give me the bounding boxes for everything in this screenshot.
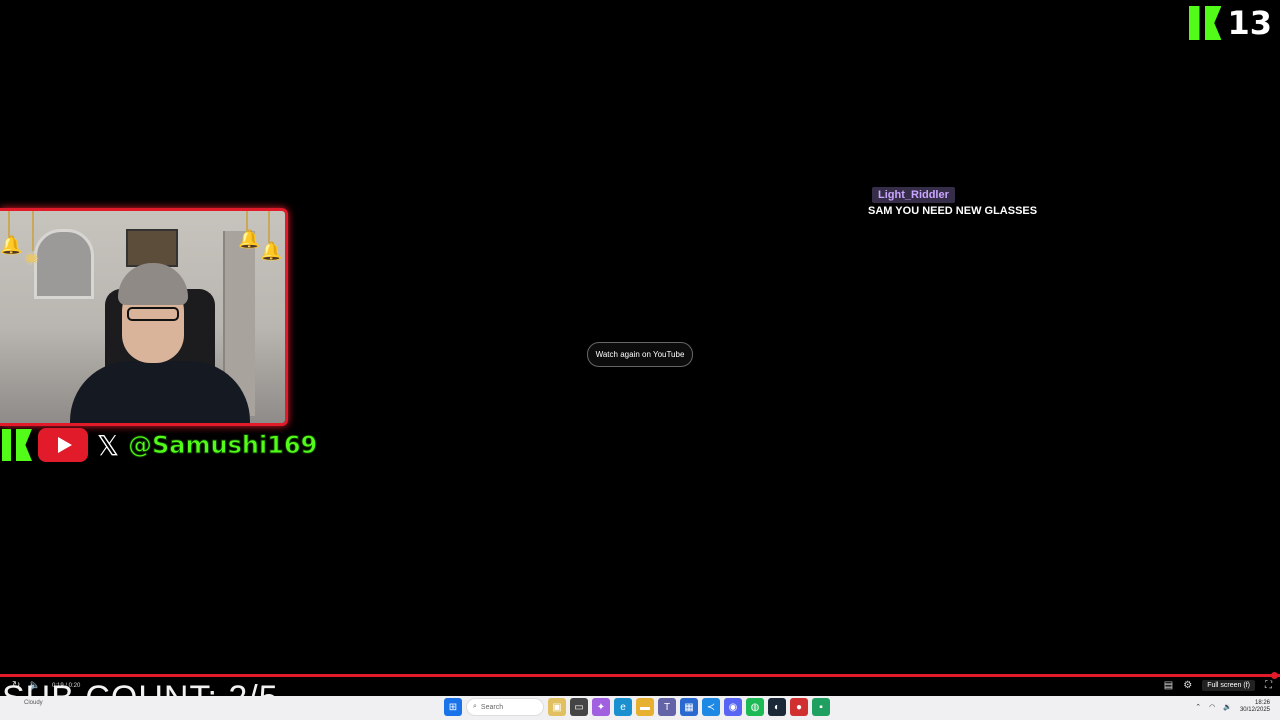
webcam-picture-frame — [126, 229, 178, 267]
progress-scrubber[interactable] — [1271, 672, 1278, 679]
kick-badge: 13 — [1189, 6, 1272, 40]
vscode-icon[interactable]: ≺ — [702, 698, 720, 716]
social-handle: @Samushi169 — [127, 431, 318, 460]
webcam-streamer-body — [70, 361, 250, 423]
steam-icon[interactable]: ◐ — [768, 698, 786, 716]
chat-message: Light_Riddler SAM YOU NEED NEW GLASSES — [868, 185, 1037, 217]
star-ornament-icon: ✺ — [24, 249, 40, 269]
spotify-icon[interactable]: ◍ — [746, 698, 764, 716]
webcam-feed: 🔔 ✺ 🔔 🔔 — [0, 208, 288, 426]
bell-ornament-icon: 🔔 — [238, 229, 261, 249]
fullscreen-icon[interactable]: ⛶ — [1265, 680, 1272, 691]
search-icon: ⌕ — [473, 703, 477, 710]
volume-tray-icon[interactable]: 🔉 — [1223, 703, 1232, 711]
video-progress-bar[interactable] — [0, 674, 1280, 677]
system-tray: ⌃ ◠ 🔉 18:26 30/12/2025 — [1195, 700, 1270, 714]
discord-icon[interactable]: ◉ — [724, 698, 742, 716]
social-bar: 𝕏 @Samushi169 — [2, 428, 318, 462]
taskbar-center: ⊞ ⌕ Search ▣ ▭ ✦ e ▬ T ▦ ≺ ◉ ◍ ◐ ● ▪ — [444, 698, 830, 716]
player-controls-right: ▤ ⚙ Full screen (f) ⛶ — [1164, 680, 1272, 691]
x-icon: 𝕏 — [96, 428, 120, 462]
task-view-icon[interactable]: ▭ — [570, 698, 588, 716]
app-icon[interactable]: ● — [790, 698, 808, 716]
kick-count: 13 — [1227, 4, 1272, 42]
store-icon[interactable]: ▦ — [680, 698, 698, 716]
tray-chevron-icon[interactable]: ⌃ — [1195, 703, 1201, 711]
clock-date: 30/12/2025 — [1239, 707, 1270, 713]
clock[interactable]: 18:26 30/12/2025 — [1240, 700, 1270, 714]
search-placeholder: Search — [480, 703, 504, 711]
fullscreen-tooltip: Full screen (f) — [1202, 680, 1255, 691]
youtube-icon — [38, 428, 88, 462]
bell-ornament-icon: 🔔 — [260, 241, 283, 261]
weather-label: Cloudy — [24, 700, 43, 706]
teams-icon[interactable]: T — [658, 698, 676, 716]
watch-again-button[interactable]: Watch again on YouTube — [587, 342, 693, 367]
wifi-icon[interactable]: ◠ — [1209, 703, 1215, 711]
file-explorer-icon[interactable]: ▣ — [548, 698, 566, 716]
kick-logo-icon — [1189, 6, 1222, 40]
edge-icon[interactable]: e — [614, 698, 632, 716]
kick-icon — [2, 429, 32, 461]
chat-username: Light_Riddler — [872, 187, 955, 203]
weather-widget[interactable]: Cloudy — [24, 700, 43, 707]
webcam-window — [34, 229, 94, 299]
ornament-string — [268, 211, 270, 243]
ornament-string — [32, 211, 34, 251]
windows-start-icon[interactable]: ⊞ — [444, 698, 462, 716]
webcam-glasses — [127, 307, 179, 321]
copilot-icon[interactable]: ✦ — [592, 698, 610, 716]
bell-ornament-icon: 🔔 — [0, 235, 23, 255]
subtitles-icon[interactable]: ▤ — [1164, 680, 1173, 691]
app-icon-2[interactable]: ▪ — [812, 698, 830, 716]
clock-time: 18:26 — [1254, 700, 1270, 706]
settings-gear-icon[interactable]: ⚙ — [1183, 680, 1192, 691]
folder-icon[interactable]: ▬ — [636, 698, 654, 716]
chat-text: SAM YOU NEED NEW GLASSES — [868, 205, 1038, 217]
taskbar-search[interactable]: ⌕ Search — [466, 698, 544, 716]
